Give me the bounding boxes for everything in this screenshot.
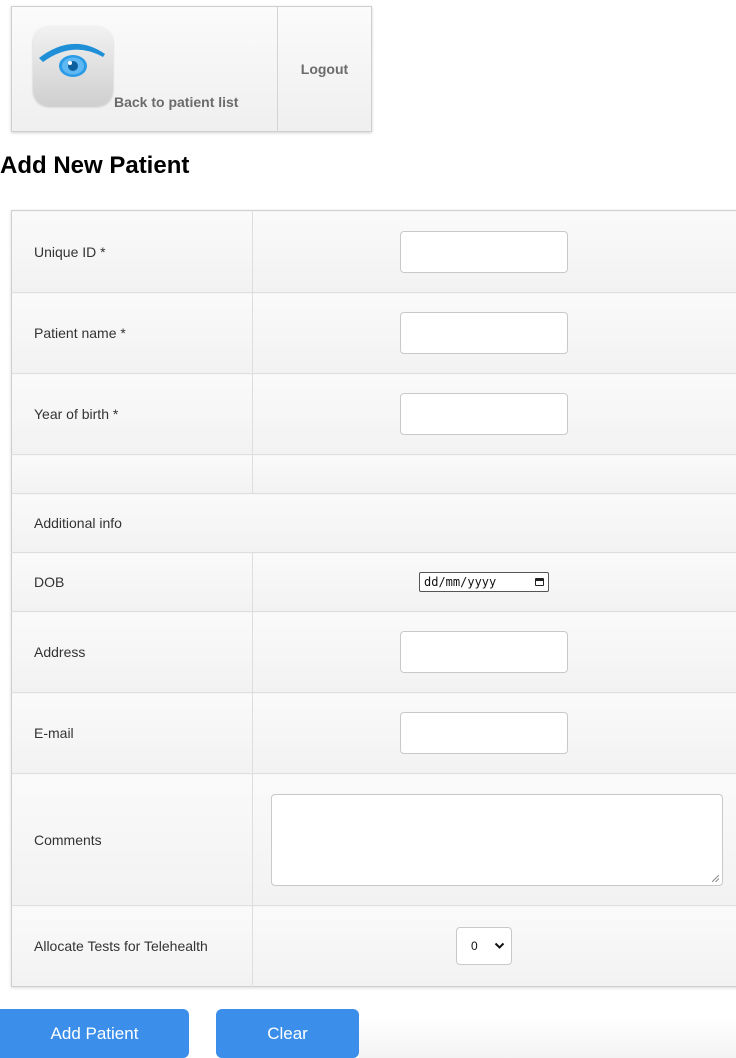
page: Back to patient list Logout Add New Pati…: [0, 0, 736, 1058]
email-input[interactable]: [400, 712, 568, 754]
form-row-additional-info: Additional info: [11, 493, 736, 553]
email-label: E-mail: [11, 692, 253, 774]
telehealth-tests-select[interactable]: 0: [456, 927, 512, 965]
form-row-address: Address: [11, 611, 736, 693]
year-of-birth-input[interactable]: [400, 393, 568, 435]
patient-form: Unique ID * Patient name * Year of birth…: [11, 210, 736, 987]
add-patient-button[interactable]: Add Patient: [0, 1009, 189, 1058]
page-title: Add New Patient: [0, 152, 190, 179]
back-to-patient-list-label: Back to patient list: [114, 94, 239, 110]
chevron-down-icon: [494, 942, 505, 949]
year-of-birth-label: Year of birth *: [11, 373, 253, 455]
comments-textarea[interactable]: [271, 793, 723, 886]
clear-button[interactable]: Clear: [216, 1009, 359, 1058]
telehealth-selected-value: 0: [471, 939, 478, 953]
dob-date-input[interactable]: dd/mm/yyyy: [419, 572, 549, 592]
resize-grip-icon[interactable]: [712, 874, 719, 882]
clear-label: Clear: [267, 1023, 308, 1043]
unique-id-label: Unique ID *: [11, 210, 253, 293]
logout-link[interactable]: Logout: [278, 7, 371, 131]
eye-icon: [33, 26, 113, 106]
spacer-cell: [11, 454, 253, 494]
unique-id-input[interactable]: [400, 230, 568, 273]
form-row-email: E-mail: [11, 692, 736, 774]
patient-name-input[interactable]: [400, 312, 568, 354]
add-patient-label: Add Patient: [50, 1023, 139, 1043]
dob-label: DOB: [11, 552, 253, 612]
patient-name-label: Patient name *: [11, 292, 253, 374]
form-row-telehealth: Allocate Tests for Telehealth 0: [11, 905, 736, 987]
form-row-unique-id: Unique ID *: [11, 210, 736, 293]
form-row-dob: DOB dd/mm/yyyy: [11, 552, 736, 612]
additional-info-heading: Additional info: [11, 493, 736, 553]
address-label: Address: [11, 611, 253, 693]
form-row-spacer: [11, 454, 736, 494]
form-row-patient-name: Patient name *: [11, 292, 736, 374]
form-row-year-of-birth: Year of birth *: [11, 373, 736, 455]
footer-background: [359, 1018, 736, 1058]
address-input[interactable]: [400, 631, 568, 673]
dob-placeholder: dd/mm/yyyy: [424, 575, 497, 589]
top-navigation: Back to patient list Logout: [11, 6, 372, 132]
form-row-comments: Comments: [11, 773, 736, 906]
calendar-icon[interactable]: [535, 578, 544, 586]
logout-label: Logout: [300, 61, 349, 77]
spacer-cell: [252, 454, 736, 494]
back-to-patient-list-link[interactable]: Back to patient list: [12, 7, 278, 131]
telehealth-label: Allocate Tests for Telehealth: [11, 905, 253, 987]
comments-label: Comments: [11, 773, 253, 906]
